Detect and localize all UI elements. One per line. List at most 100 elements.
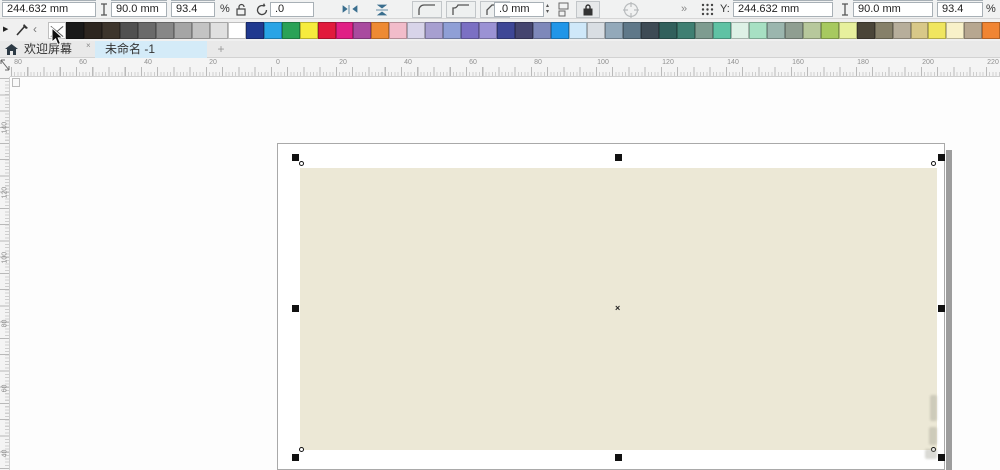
scale-factor-field-right[interactable]: 93.4: [937, 2, 983, 17]
percent-label: %: [986, 3, 996, 15]
selection-handle[interactable]: [292, 305, 299, 312]
selection-center-mark[interactable]: ×: [615, 304, 620, 313]
spinner-down-icon[interactable]: ▾: [546, 9, 549, 15]
selection-handle[interactable]: [615, 154, 622, 161]
object-height-field[interactable]: 90.0 mm: [111, 2, 167, 17]
color-swatch[interactable]: [730, 22, 749, 39]
color-swatch[interactable]: [497, 22, 516, 39]
color-swatch[interactable]: [479, 22, 498, 39]
palette-scroll-left-icon[interactable]: ‹: [33, 22, 37, 36]
palette-expand-arrow-icon[interactable]: ▶: [3, 25, 8, 33]
ruler-tick-label: 40: [1, 449, 9, 458]
tab-welcome-screen[interactable]: 欢迎屏幕: [14, 41, 82, 58]
ruler-origin-corner[interactable]: [0, 58, 10, 77]
selection-handle[interactable]: [938, 154, 945, 161]
color-swatch[interactable]: [515, 22, 534, 39]
handle-origin-circle: [931, 161, 936, 166]
corner-round-button[interactable]: [412, 1, 442, 18]
color-swatch[interactable]: [317, 22, 336, 39]
color-swatch[interactable]: [119, 22, 138, 39]
color-swatch[interactable]: [928, 22, 947, 39]
color-swatch[interactable]: [389, 22, 408, 39]
horizontal-ruler[interactable]: 80 60 40 20 0 20 40 60 80 100 120 140 160 180 200 220: [10, 58, 1000, 77]
color-swatch[interactable]: [802, 22, 821, 39]
color-palette-bar: ▶ ‹: [0, 19, 1000, 41]
selection-handle[interactable]: [615, 454, 622, 461]
color-swatch[interactable]: [676, 22, 695, 39]
color-swatch[interactable]: [748, 22, 767, 39]
y-position-field-right[interactable]: 244.632 mm: [733, 2, 833, 17]
color-swatch[interactable]: [892, 22, 911, 39]
color-swatch[interactable]: [425, 22, 444, 39]
selection-handle[interactable]: [292, 454, 299, 461]
selection-handle[interactable]: [938, 305, 945, 312]
selection-handle[interactable]: [938, 454, 945, 461]
relative-corner-scaling-icon[interactable]: [557, 2, 571, 17]
color-swatch[interactable]: [605, 22, 623, 39]
corner-scallop-button[interactable]: [446, 1, 476, 18]
color-swatch[interactable]: [838, 22, 857, 39]
color-swatch[interactable]: [784, 22, 803, 39]
color-swatch[interactable]: [299, 22, 318, 39]
object-height-field-right[interactable]: 90.0 mm: [853, 2, 933, 17]
rotation-angle-field[interactable]: .0: [270, 2, 314, 17]
clipped-field: [733, 0, 833, 1]
mirror-vertical-icon[interactable]: [372, 2, 392, 17]
color-swatch[interactable]: [982, 22, 1000, 39]
color-swatch[interactable]: [407, 22, 426, 39]
color-swatch[interactable]: [856, 22, 875, 39]
color-swatch[interactable]: [281, 22, 300, 39]
ruler-tick-label: 120: [1, 186, 9, 199]
ruler-tick-label: 80: [14, 59, 22, 66]
tab-close-icon[interactable]: ×: [86, 41, 91, 50]
color-swatch[interactable]: [263, 22, 282, 39]
color-swatch[interactable]: [874, 22, 893, 39]
color-swatch[interactable]: [694, 22, 713, 39]
ruler-tick-label: 100: [597, 59, 609, 66]
vertical-ruler[interactable]: 140 120 100 80 60 40: [0, 77, 10, 470]
color-swatch[interactable]: [371, 22, 390, 39]
color-swatch[interactable]: [640, 22, 659, 39]
mirror-horizontal-icon[interactable]: [340, 2, 360, 17]
color-swatch[interactable]: [623, 22, 641, 39]
corner-radius-field[interactable]: .0 mm: [494, 2, 544, 17]
scale-factor-field[interactable]: 93.4: [171, 2, 215, 17]
color-swatch[interactable]: [461, 22, 480, 39]
new-tab-button[interactable]: +: [210, 42, 232, 57]
color-swatch[interactable]: [209, 22, 228, 39]
color-swatch[interactable]: [551, 22, 570, 39]
color-swatch[interactable]: [712, 22, 731, 39]
color-swatch[interactable]: [533, 22, 552, 39]
tab-untitled-1[interactable]: 未命名 -1: [95, 41, 207, 58]
color-swatch[interactable]: [658, 22, 677, 39]
color-swatch[interactable]: [587, 22, 606, 39]
color-swatch[interactable]: [191, 22, 210, 39]
color-swatch[interactable]: [946, 22, 965, 39]
color-swatch[interactable]: [569, 22, 588, 39]
selection-handle[interactable]: [292, 154, 299, 161]
color-swatch[interactable]: [443, 22, 462, 39]
color-swatch[interactable]: [964, 22, 983, 39]
color-swatch[interactable]: [227, 22, 246, 39]
color-swatch[interactable]: [155, 22, 174, 39]
color-swatch[interactable]: [173, 22, 192, 39]
color-swatch[interactable]: [65, 22, 84, 39]
color-swatch[interactable]: [353, 22, 372, 39]
toolbar-overflow-chevron[interactable]: »: [681, 3, 687, 15]
color-swatch[interactable]: [820, 22, 839, 39]
color-swatch[interactable]: [83, 22, 102, 39]
drawing-canvas[interactable]: ×: [10, 77, 1000, 470]
object-size-icon: [842, 3, 848, 16]
color-swatch[interactable]: [910, 22, 929, 39]
edit-corners-lock-button[interactable]: [576, 1, 600, 18]
y-position-field[interactable]: 244.632 mm: [2, 2, 96, 17]
color-swatch[interactable]: [137, 22, 156, 39]
color-swatch[interactable]: [101, 22, 120, 39]
color-swatch[interactable]: [335, 22, 354, 39]
color-swatch[interactable]: [766, 22, 785, 39]
lock-ratio-icon[interactable]: [233, 2, 249, 17]
grid-dots-icon[interactable]: [700, 2, 715, 17]
color-swatch[interactable]: [245, 22, 264, 39]
origin-marker: [12, 78, 20, 87]
eyedropper-icon[interactable]: [15, 23, 29, 37]
